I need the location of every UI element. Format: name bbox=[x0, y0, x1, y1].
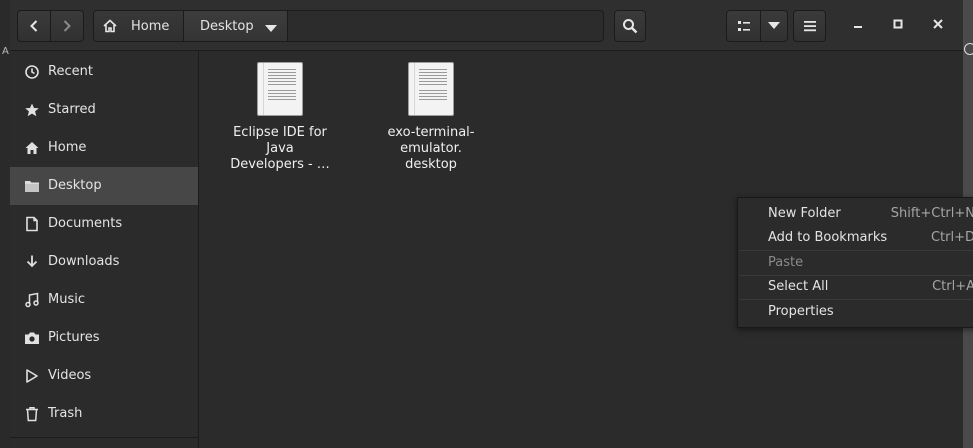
music-icon bbox=[24, 292, 40, 308]
header-bar: Home Desktop bbox=[10, 0, 963, 51]
sidebar-item-label: Videos bbox=[48, 368, 92, 383]
sidebar-item-label: Downloads bbox=[48, 254, 120, 269]
menu-item-new-folder[interactable]: New Folder Shift+Ctrl+N bbox=[738, 202, 973, 226]
file-name-line: emulator. bbox=[400, 141, 462, 156]
chevron-right-icon bbox=[59, 18, 75, 34]
clock-icon bbox=[24, 64, 40, 80]
forward-button[interactable] bbox=[50, 10, 84, 42]
main-menu-button[interactable] bbox=[793, 10, 826, 42]
menu-item-properties[interactable]: Properties bbox=[738, 300, 973, 324]
sidebar-item-home[interactable]: Home bbox=[10, 129, 198, 167]
sidebar-item-recent[interactable]: Recent bbox=[10, 53, 198, 91]
back-button[interactable] bbox=[17, 10, 51, 42]
menu-item-label: Add to Bookmarks bbox=[768, 230, 888, 245]
hamburger-icon bbox=[803, 20, 817, 32]
view-options-dropdown[interactable] bbox=[760, 10, 788, 42]
menu-item-label: New Folder bbox=[768, 206, 841, 221]
context-menu: New Folder Shift+Ctrl+N Add to Bookmarks… bbox=[737, 197, 973, 328]
minimize-icon bbox=[852, 18, 864, 34]
menu-item-select-all[interactable]: Select All Ctrl+A bbox=[738, 275, 973, 299]
desktop-background-left: A bbox=[0, 0, 10, 448]
chevron-left-icon bbox=[26, 18, 42, 34]
sidebar-item-label: Documents bbox=[48, 216, 123, 231]
file-name: Eclipse IDE for Java Developers - … bbox=[220, 125, 340, 173]
menu-item-shortcut: Ctrl+A bbox=[932, 279, 973, 294]
text-file-icon bbox=[257, 62, 303, 116]
document-icon bbox=[24, 216, 40, 232]
sidebar-item-label: Starred bbox=[48, 102, 96, 117]
file-name-line: Eclipse IDE for bbox=[233, 125, 327, 140]
menu-item-shortcut: Shift+Ctrl+N bbox=[890, 206, 973, 221]
sidebar-item-label: Music bbox=[48, 292, 85, 307]
trash-icon bbox=[24, 406, 40, 422]
view-mode-button[interactable] bbox=[726, 10, 761, 42]
maximize-button[interactable] bbox=[886, 14, 910, 38]
triangle-down-icon bbox=[768, 22, 780, 30]
breadcrumb-desktop[interactable]: Desktop bbox=[184, 11, 288, 41]
desktop-text-fragment: A bbox=[2, 46, 9, 57]
file-name-line: Developers - … bbox=[230, 157, 330, 172]
menu-item-label: Properties bbox=[768, 304, 834, 319]
file-view[interactable]: Eclipse IDE for Java Developers - … exo-… bbox=[199, 51, 973, 448]
path-bar: Home Desktop bbox=[93, 10, 604, 42]
sidebar-item-documents[interactable]: Documents bbox=[10, 205, 198, 243]
close-icon bbox=[932, 18, 944, 34]
sidebar-item-label: Pictures bbox=[48, 330, 100, 345]
menu-item-label: Select All bbox=[768, 279, 829, 294]
folder-icon bbox=[24, 178, 40, 194]
download-icon bbox=[24, 254, 40, 270]
sidebar-item-label: Desktop bbox=[48, 178, 102, 193]
file-name-line: exo-terminal- bbox=[387, 125, 475, 140]
file-item[interactable]: Eclipse IDE for Java Developers - … bbox=[220, 62, 340, 173]
film-icon bbox=[24, 368, 40, 384]
text-file-icon bbox=[408, 62, 454, 116]
sidebar-item-label: Trash bbox=[48, 406, 83, 421]
search-button[interactable] bbox=[614, 10, 646, 42]
breadcrumb-desktop-label: Desktop bbox=[200, 18, 254, 34]
globe-icon bbox=[964, 43, 973, 55]
home-icon bbox=[24, 140, 40, 156]
file-name-line: Java bbox=[266, 141, 294, 156]
sidebar-item-label: Recent bbox=[48, 64, 93, 79]
menu-item-paste[interactable]: Paste bbox=[738, 251, 973, 275]
star-icon bbox=[24, 102, 40, 118]
sidebar-item-label: Home bbox=[48, 140, 87, 155]
file-manager-window: Home Desktop Recent Starred Home Desktop… bbox=[10, 0, 973, 448]
menu-item-add-to-bookmarks[interactable]: Add to Bookmarks Ctrl+D bbox=[738, 226, 973, 250]
menu-item-shortcut: Ctrl+D bbox=[930, 230, 973, 245]
sidebar-item-music[interactable]: Music bbox=[10, 281, 198, 319]
file-item[interactable]: exo-terminal- emulator. desktop bbox=[371, 62, 491, 173]
menu-item-label: Paste bbox=[768, 255, 804, 270]
search-icon bbox=[622, 18, 638, 34]
sidebar-item-downloads[interactable]: Downloads bbox=[10, 243, 198, 281]
sidebar: Recent Starred Home Desktop Documents Do… bbox=[10, 51, 199, 448]
file-name-line: desktop bbox=[405, 157, 457, 172]
triangle-down-icon bbox=[265, 22, 277, 37]
sidebar-item-trash[interactable]: Trash bbox=[10, 395, 198, 433]
breadcrumb-home[interactable]: Home bbox=[94, 11, 184, 41]
sidebar-item-desktop[interactable]: Desktop bbox=[10, 167, 198, 205]
sidebar-item-pictures[interactable]: Pictures bbox=[10, 319, 198, 357]
breadcrumb-home-label: Home bbox=[131, 18, 170, 34]
home-icon bbox=[102, 18, 118, 34]
close-button[interactable] bbox=[926, 14, 950, 38]
sidebar-divider bbox=[10, 437, 198, 438]
minimize-button[interactable] bbox=[846, 14, 870, 38]
camera-icon bbox=[24, 330, 40, 346]
file-name: exo-terminal- emulator. desktop bbox=[371, 125, 491, 173]
sidebar-item-starred[interactable]: Starred bbox=[10, 91, 198, 129]
list-view-icon bbox=[736, 18, 752, 34]
maximize-icon bbox=[892, 18, 904, 34]
sidebar-item-videos[interactable]: Videos bbox=[10, 357, 198, 395]
